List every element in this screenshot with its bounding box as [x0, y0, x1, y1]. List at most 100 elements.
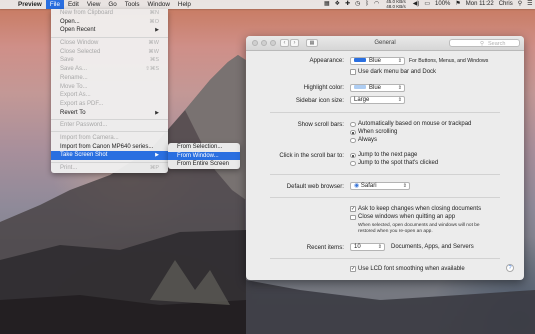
- file-menu-item[interactable]: Import from Canon MP640 series...: [51, 143, 168, 152]
- ask-keep-checkbox[interactable]: ✓: [350, 206, 356, 212]
- popup-arrows-icon: ⇕: [402, 183, 407, 189]
- file-menu-item[interactable]: Close Window ⌘W: [51, 39, 168, 48]
- file-menu-item[interactable]: Save ⌘S: [51, 56, 168, 65]
- close-windows-note-line2: restored when you re-open an app.: [358, 229, 433, 234]
- scroll-always-radio[interactable]: [350, 137, 356, 143]
- highlight-popup[interactable]: Blue ⇕: [350, 84, 405, 92]
- divider: [270, 112, 500, 113]
- popup-arrows-icon: ⇕: [397, 85, 402, 91]
- bluetooth-icon[interactable]: ᛒ: [365, 0, 369, 9]
- file-menu-item[interactable]: Export as PDF...: [51, 100, 168, 109]
- lcd-smoothing-label: Use LCD font smoothing when available: [358, 265, 465, 272]
- file-menu: New from Clipboard ⌘N Open... ⌘O Open Recent…: [51, 9, 168, 173]
- close-windows-checkbox[interactable]: [350, 214, 356, 220]
- jump-next-page-radio[interactable]: [350, 152, 356, 158]
- help-button[interactable]: ?: [506, 264, 514, 272]
- menu-item-label: Open Recent: [60, 27, 96, 34]
- file-menu-item[interactable]: Save As... ⇧⌘S: [51, 65, 168, 74]
- file-menu-item[interactable]: Import from Camera...: [51, 134, 168, 143]
- menu-preview[interactable]: Preview: [14, 0, 46, 9]
- submenu-item[interactable]: From Window...: [168, 151, 240, 161]
- lcd-smoothing-checkbox[interactable]: ✓: [350, 266, 356, 272]
- submenu-item[interactable]: From Selection...: [168, 143, 240, 152]
- menu-item-label: Export as PDF...: [60, 100, 104, 107]
- scroll-auto-radio[interactable]: [350, 121, 356, 127]
- submenu-item[interactable]: From Entire Screen: [168, 160, 240, 169]
- clock[interactable]: Mon 11:22: [466, 0, 494, 9]
- extension-icon[interactable]: ✚: [345, 0, 350, 9]
- menu-file[interactable]: File: [45, 0, 64, 9]
- search-field[interactable]: ⚲ Search: [449, 38, 520, 47]
- divider: [270, 174, 500, 175]
- battery-icon[interactable]: ▭: [424, 0, 430, 9]
- spotlight-icon[interactable]: ⚲: [518, 0, 522, 9]
- submenu-item-label: From Selection...: [177, 144, 223, 150]
- take-screenshot-submenu: From Selection... From Window... From Enti…: [168, 143, 240, 170]
- divider: [270, 197, 500, 198]
- sidebar-size-popup[interactable]: Large ⇕: [350, 96, 405, 104]
- submenu-arrow-icon: ▶: [155, 27, 159, 34]
- popup-arrows-icon: ⇕: [377, 244, 382, 250]
- search-placeholder: Search: [488, 40, 506, 47]
- file-menu-item[interactable]: Take Screen Shot ▶: [51, 151, 168, 160]
- appearance-value: Blue: [369, 58, 382, 64]
- popup-arrows-icon: ⇕: [397, 58, 402, 64]
- menu-item-label: Import from Camera...: [60, 134, 119, 141]
- menu-item-label: Move To...: [60, 83, 88, 90]
- file-menu-item[interactable]: Export As...: [51, 91, 168, 100]
- popup-arrows-icon: ⇕: [397, 97, 402, 103]
- browser-label: Default web browser:: [286, 183, 344, 190]
- menu-shortcut: ⌘O: [149, 18, 159, 25]
- dark-menu-checkbox[interactable]: [350, 69, 356, 75]
- menu-item-label: Close Selected: [60, 48, 101, 55]
- file-menu-item[interactable]: Open Recent ▶: [51, 26, 168, 35]
- jump-spot-radio[interactable]: [350, 160, 356, 166]
- file-menu-item[interactable]: Enter Password...: [51, 121, 168, 130]
- appearance-popup[interactable]: Blue ⇕: [350, 57, 405, 65]
- wifi-icon[interactable]: ◠: [374, 0, 379, 9]
- menu-window[interactable]: Window: [143, 0, 173, 9]
- file-menu-item[interactable]: Open... ⌘O: [51, 18, 168, 27]
- highlight-swatch: [354, 85, 366, 90]
- menu-shortcut: ⌘W: [148, 48, 159, 55]
- menu-item-label: Import from Canon MP640 series...: [60, 143, 154, 150]
- menu-view[interactable]: View: [83, 0, 105, 9]
- browser-popup[interactable]: ◉ Safari ⇕: [350, 182, 410, 190]
- menu-shortcut: ⌘S: [149, 57, 159, 64]
- dark-menu-label: Use dark menu bar and Dock: [358, 68, 437, 75]
- flag-icon[interactable]: ⚑: [455, 0, 460, 9]
- file-menu-item[interactable]: Revert To ▶: [51, 109, 168, 118]
- menu-separator: [51, 161, 168, 163]
- file-menu-item[interactable]: Close Selected ⌘W: [51, 48, 168, 57]
- menu-separator: [51, 36, 168, 38]
- scroll-when-scrolling-radio[interactable]: [350, 129, 356, 135]
- appearance-label: Appearance:: [309, 57, 344, 64]
- recent-items-note: Documents, Apps, and Servers: [391, 244, 474, 250]
- menu-tools[interactable]: Tools: [121, 0, 144, 9]
- activity-icon[interactable]: ▦: [324, 0, 330, 9]
- menu-help[interactable]: Help: [174, 0, 195, 9]
- file-menu-item[interactable]: Rename...: [51, 74, 168, 83]
- user-name[interactable]: Chris: [499, 0, 513, 9]
- menu-edit[interactable]: Edit: [64, 0, 83, 9]
- dropbox-icon[interactable]: ❖: [335, 0, 340, 9]
- menu-item-label: Save: [60, 57, 74, 64]
- safari-icon: ◉: [354, 183, 360, 189]
- menu-bar: Preview File Edit View Go Tools Window H…: [0, 0, 535, 9]
- time-machine-icon[interactable]: ◷: [355, 0, 360, 9]
- recent-items-popup[interactable]: 10 ⇕: [350, 243, 385, 251]
- file-menu-item[interactable]: Move To...: [51, 83, 168, 92]
- menu-separator: [51, 118, 168, 120]
- file-menu-item[interactable]: Print... ⌘P: [51, 164, 168, 173]
- status-area: ▦ ❖ ✚ ◷ ᛒ ◠ 45.0 KB/s 48.0 KB/s ◀) ▭ 100…: [322, 0, 535, 9]
- menu-item-label: Save As...: [60, 66, 88, 73]
- close-windows-label: Close windows when quitting an app: [358, 214, 456, 220]
- volume-icon[interactable]: ◀): [413, 0, 420, 9]
- submenu-arrow-icon: ▶: [155, 109, 159, 116]
- menu-shortcut: ⌘W: [148, 40, 159, 47]
- notification-icon[interactable]: ☰: [527, 0, 532, 9]
- file-menu-item[interactable]: New from Clipboard ⌘N: [51, 9, 168, 18]
- battery-percent: 100%: [435, 1, 451, 7]
- menu-go[interactable]: Go: [104, 0, 120, 9]
- title-bar: ‹ › ▦ General ⚲ Search: [246, 36, 524, 51]
